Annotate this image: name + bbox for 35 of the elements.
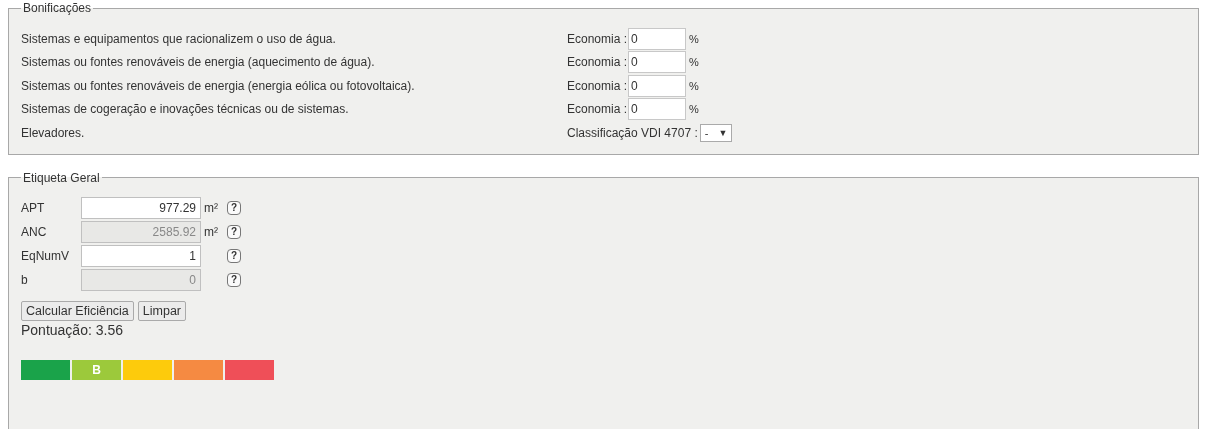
select-dropdown[interactable]: - ▼ bbox=[699, 123, 733, 142]
number-field[interactable]: 1 bbox=[81, 244, 201, 267]
help-icon[interactable]: ? bbox=[227, 200, 241, 215]
form-button[interactable]: Calcular Eficiência bbox=[21, 300, 134, 321]
bonus-label: Sistemas de cogeração e inovações técnicas ou de sistemas. bbox=[21, 102, 350, 117]
field-label: ANC bbox=[21, 224, 48, 239]
field-label: Economia : bbox=[567, 102, 628, 117]
field-label: Classificação VDI 4707 : bbox=[567, 125, 698, 140]
field-label: APT bbox=[21, 200, 46, 215]
percent-unit: % bbox=[689, 103, 699, 116]
percent-unit: % bbox=[689, 32, 699, 45]
form-button[interactable]: Limpar bbox=[137, 300, 187, 321]
area-unit: m² bbox=[204, 224, 218, 239]
percent-unit: % bbox=[689, 79, 699, 92]
percent-field[interactable]: 0 bbox=[628, 51, 687, 74]
field-label: Economia : bbox=[567, 78, 628, 93]
percent-field[interactable]: 0 bbox=[628, 27, 687, 50]
number-field[interactable]: 977.29 bbox=[81, 196, 201, 219]
bonus-label: Elevadores. bbox=[21, 125, 86, 140]
field-label: Economia : bbox=[567, 55, 628, 70]
field-label: b bbox=[21, 272, 29, 287]
percent-field[interactable]: 0 bbox=[628, 74, 687, 97]
panel-legend: Bonificações bbox=[21, 1, 94, 15]
rating-segment: B bbox=[72, 359, 121, 380]
bonus-label: Sistemas e equipamentos que racionalizem o uso de água. bbox=[21, 31, 337, 46]
field-label: EqNumV bbox=[21, 248, 71, 263]
bonus-label: Sistemas ou fontes renováveis de energia (aquecimento de água). bbox=[21, 55, 376, 70]
area-unit: m² bbox=[204, 200, 218, 215]
bonus-label: Sistemas ou fontes renováveis de energia (energia eólica ou fotovoltaica). bbox=[21, 78, 416, 93]
percent-unit: % bbox=[689, 56, 699, 69]
panel-legend: Etiqueta Geral bbox=[21, 170, 102, 185]
score-text: Pontuação: 3.56 bbox=[21, 321, 124, 338]
help-icon[interactable]: ? bbox=[227, 248, 241, 263]
field-label: Economia : bbox=[567, 31, 628, 46]
percent-field[interactable]: 0 bbox=[628, 98, 687, 121]
